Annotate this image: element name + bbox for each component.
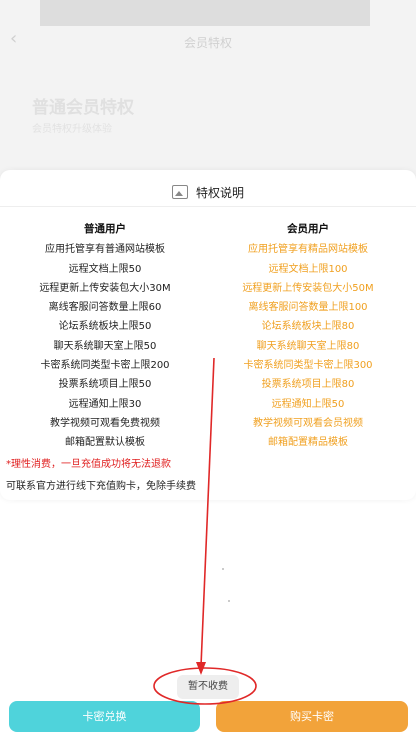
regular-user-header: 普通用户: [84, 223, 126, 235]
decorative-dot: [228, 600, 230, 602]
panel-title: 特权说明: [195, 186, 244, 200]
regular-user-column: 普通用户 应用托管享有普通网站模板 远程文档上限50 远程更新上传安装包大小30…: [5, 220, 205, 453]
regular-item: 教学视频可观看免费视频: [50, 417, 160, 429]
member-item: 远程文档上限100: [268, 263, 348, 275]
not-charged-button[interactable]: 暂不收费: [177, 675, 239, 699]
refund-warning: *理性消费，一旦充值成功将无法退款: [6, 459, 171, 470]
member-item: 邮箱配置精品模板: [268, 437, 348, 449]
regular-item: 邮箱配置默认模板: [65, 437, 145, 449]
regular-item: 论坛系统板块上限50: [58, 321, 152, 333]
regular-item: 应用托管享有普通网站模板: [45, 244, 165, 256]
member-item: 远程通知上限50: [271, 398, 345, 410]
ghost-title: 普通会员特权: [32, 98, 134, 118]
buy-card-button[interactable]: 购买卡密: [216, 701, 408, 732]
regular-item: 离线客服问答数量上限60: [48, 302, 162, 314]
regular-item: 卡密系统同类型卡密上限200: [40, 360, 170, 372]
image-icon: [171, 185, 188, 199]
blurred-header-strip: [40, 0, 370, 26]
regular-item: 远程更新上传安装包大小30M: [39, 282, 171, 294]
member-item: 教学视频可观看会员视频: [253, 417, 363, 429]
member-item: 应用托管享有精品网站模板: [248, 244, 368, 256]
offline-purchase-note: 可联系官方进行线下充值购卡，免除手续费: [6, 481, 196, 492]
member-item: 离线客服问答数量上限100: [248, 302, 368, 314]
ghost-subtitle: 会员特权升级体验: [32, 124, 112, 135]
regular-item: 远程通知上限30: [68, 398, 142, 410]
decorative-dot: [222, 568, 224, 570]
panel-divider: [0, 206, 416, 207]
member-item: 论坛系统板块上限80: [261, 321, 355, 333]
annotation-arrow-head: [196, 662, 206, 675]
member-item: 卡密系统同类型卡密上限300: [243, 360, 373, 372]
nav-title: 会员特权: [183, 36, 232, 50]
redeem-card-button[interactable]: 卡密兑换: [9, 701, 200, 732]
regular-item: 远程文档上限50: [68, 263, 142, 275]
member-item: 远程更新上传安装包大小50M: [242, 282, 374, 294]
member-user-column: 会员用户 应用托管享有精品网站模板 远程文档上限100 远程更新上传安装包大小5…: [208, 220, 408, 453]
regular-item: 聊天系统聊天室上限50: [53, 340, 157, 352]
panel-header: 特权说明: [0, 184, 416, 201]
regular-item: 投票系统项目上限50: [58, 379, 152, 391]
member-item: 投票系统项目上限80: [261, 379, 355, 391]
privilege-panel: 特权说明 普通用户 应用托管享有普通网站模板 远程文档上限50 远程更新上传安装…: [0, 170, 416, 500]
member-user-header: 会员用户: [287, 223, 329, 235]
member-item: 聊天系统聊天室上限80: [256, 340, 360, 352]
